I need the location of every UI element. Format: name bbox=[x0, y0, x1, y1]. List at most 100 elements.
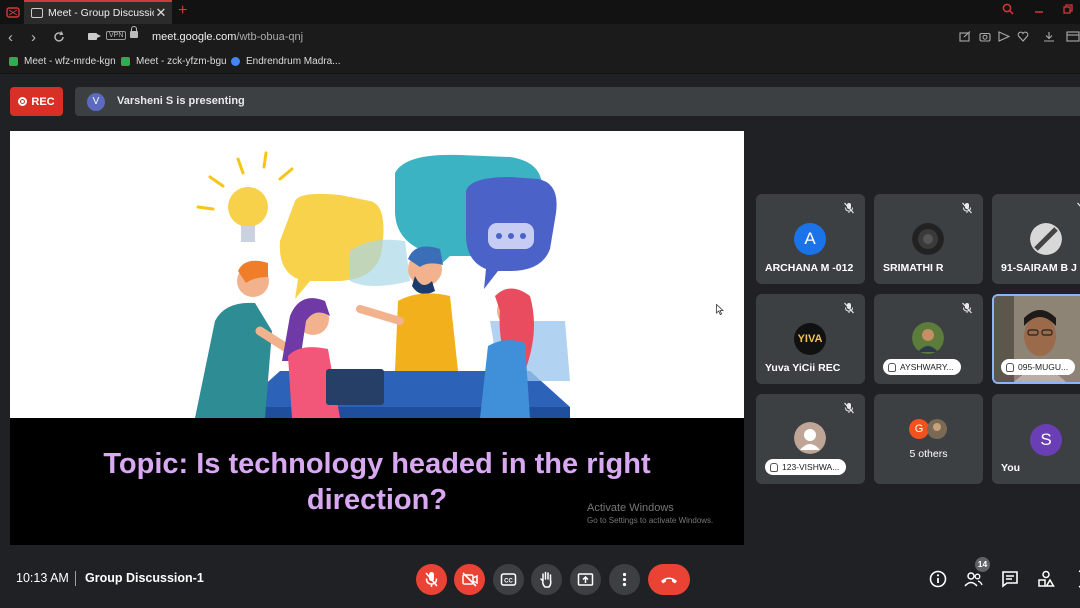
restore-icon[interactable] bbox=[1062, 3, 1074, 15]
camera-off-icon bbox=[462, 572, 478, 587]
sidebar-icon[interactable] bbox=[1066, 31, 1080, 42]
activate-line-2: Go to Settings to activate Windows. bbox=[587, 516, 714, 525]
avatar: A bbox=[794, 223, 826, 255]
captions-button[interactable]: CC bbox=[493, 564, 524, 595]
mic-off-icon bbox=[962, 302, 972, 314]
mic-off-icon bbox=[844, 302, 854, 314]
avatar bbox=[912, 322, 944, 354]
mic-off-icon bbox=[844, 402, 854, 414]
download-icon[interactable] bbox=[1043, 31, 1055, 42]
participant-name: ARCHANA M -012 bbox=[765, 262, 854, 274]
default-avatar-icon bbox=[794, 422, 826, 454]
address-bar: ‹ › VPN meet.google.com/wtb-obua-qnj bbox=[0, 24, 1080, 51]
participant-name: You bbox=[1001, 462, 1021, 474]
back-icon[interactable]: ‹ bbox=[8, 29, 13, 46]
meet-favicon-icon bbox=[31, 8, 43, 18]
activities-icon[interactable] bbox=[1036, 569, 1056, 589]
others-avatar: G bbox=[909, 419, 929, 439]
divider bbox=[75, 571, 76, 586]
call-end-icon bbox=[661, 577, 677, 584]
record-icon bbox=[18, 97, 28, 106]
bookmark-label: Meet - wfz-mrde-kgn bbox=[24, 56, 116, 67]
people-icon[interactable] bbox=[963, 569, 983, 589]
avatar bbox=[1030, 223, 1062, 255]
vpn-badge[interactable]: VPN bbox=[106, 31, 127, 40]
info-icon[interactable] bbox=[928, 569, 948, 589]
closed-captions-icon: CC bbox=[500, 573, 517, 586]
rec-label: REC bbox=[31, 95, 55, 108]
others-tile[interactable]: G 5 others bbox=[874, 394, 983, 484]
tab-title: Meet - Group Discussion-1 bbox=[48, 7, 154, 19]
more-options-button[interactable] bbox=[609, 564, 640, 595]
edit-icon[interactable] bbox=[959, 31, 971, 42]
presentation-stage: Topic: Is technology headed in the right… bbox=[10, 131, 744, 545]
participant-name: 095-MUGU... bbox=[1018, 362, 1069, 372]
camera-permission-icon[interactable] bbox=[88, 33, 101, 40]
meeting-controls-bar: 10:13 AM Group Discussion-1 CC 14 bbox=[0, 554, 1080, 608]
participant-name: Yuva YiCii REC bbox=[765, 362, 841, 374]
reload-icon[interactable] bbox=[53, 31, 65, 43]
participant-tile-active[interactable]: 095-MUGU... bbox=[992, 294, 1080, 384]
chat-icon[interactable] bbox=[1000, 569, 1020, 589]
microphone-toggle-button[interactable] bbox=[416, 564, 447, 595]
browser-tab-meet[interactable]: Meet - Group Discussion-1 ✕ bbox=[24, 0, 172, 24]
meeting-time: 10:13 AM bbox=[16, 571, 69, 585]
bookmark-item[interactable]: Meet - wfz-mrde-kgn bbox=[9, 56, 116, 67]
activate-line-1: Activate Windows bbox=[587, 502, 674, 514]
presenter-avatar: V bbox=[87, 93, 105, 111]
slide-illustration bbox=[10, 131, 744, 418]
lock-icon[interactable] bbox=[130, 26, 138, 38]
self-tile[interactable]: S You bbox=[992, 394, 1080, 484]
search-icon[interactable] bbox=[1002, 3, 1014, 15]
present-icon bbox=[577, 573, 594, 586]
others-count: 5 others bbox=[909, 448, 948, 460]
bookmarks-bar: Meet - wfz-mrde-kgn Meet - zck-yfzm-bgu … bbox=[0, 51, 1080, 74]
mic-off-icon bbox=[844, 202, 854, 214]
new-tab-button[interactable]: + bbox=[178, 2, 187, 20]
participant-tile[interactable]: SRIMATHI R bbox=[874, 194, 983, 284]
participant-tile[interactable]: 123-VISHWA... bbox=[756, 394, 865, 484]
participant-name: 91-SAIRAM B J bbox=[1001, 262, 1077, 274]
leave-call-button[interactable] bbox=[648, 564, 690, 595]
snapshot-icon[interactable] bbox=[979, 31, 991, 42]
more-vert-icon bbox=[622, 572, 627, 587]
camera-toggle-button[interactable] bbox=[454, 564, 485, 595]
avatar: S bbox=[1030, 424, 1062, 456]
mouse-cursor-icon bbox=[716, 304, 724, 315]
opera-gx-icon[interactable] bbox=[6, 5, 20, 19]
mic-off-icon bbox=[962, 202, 972, 214]
participant-tile[interactable]: AYSHWARY... bbox=[874, 294, 983, 384]
bookmark-item[interactable]: Endrendrum Madra... bbox=[231, 56, 341, 67]
people-count-badge: 14 bbox=[975, 557, 990, 572]
bookmark-item[interactable]: Meet - zck-yfzm-bgu bbox=[121, 56, 227, 67]
browser-tab-bar: Meet - Group Discussion-1 ✕ + bbox=[0, 0, 1080, 24]
others-avatar-photo bbox=[927, 419, 947, 439]
meet-bookmark-icon bbox=[121, 57, 130, 66]
meeting-name: Group Discussion-1 bbox=[85, 571, 204, 585]
tab-close-icon[interactable]: ✕ bbox=[154, 5, 168, 21]
recording-indicator[interactable]: REC bbox=[10, 87, 63, 116]
presentation-banner: V Varsheni S is presenting bbox=[75, 87, 1080, 116]
heart-icon[interactable] bbox=[1017, 31, 1029, 42]
bookmark-label: Meet - zck-yfzm-bgu bbox=[136, 56, 227, 67]
hand-raised-pill: 095-MUGU... bbox=[1001, 359, 1076, 375]
presenter-text: Varsheni S is presenting bbox=[117, 95, 245, 107]
present-screen-button[interactable] bbox=[570, 564, 601, 595]
meet-bookmark-icon bbox=[9, 57, 18, 66]
forward-icon[interactable]: › bbox=[31, 29, 36, 46]
globe-bookmark-icon bbox=[231, 57, 240, 66]
participant-tile[interactable]: A ARCHANA M -012 bbox=[756, 194, 865, 284]
send-icon[interactable] bbox=[998, 31, 1010, 42]
avatar: YIVA bbox=[794, 323, 826, 355]
participant-name: 123-VISHWA... bbox=[782, 462, 840, 472]
minimize-icon[interactable] bbox=[1033, 3, 1045, 15]
url-field[interactable]: meet.google.com/wtb-obua-qnj bbox=[152, 31, 303, 43]
participant-tile[interactable]: 91-SAIRAM B J bbox=[992, 194, 1080, 284]
participant-tile[interactable]: YIVA Yuva YiCii REC bbox=[756, 294, 865, 384]
hand-icon bbox=[770, 462, 778, 472]
host-controls-icon[interactable] bbox=[1069, 569, 1080, 589]
hand-raised-pill: 123-VISHWA... bbox=[765, 459, 847, 475]
raise-hand-button[interactable] bbox=[531, 564, 562, 595]
hand-icon bbox=[1006, 362, 1014, 372]
participant-name: AYSHWARY... bbox=[900, 362, 954, 372]
